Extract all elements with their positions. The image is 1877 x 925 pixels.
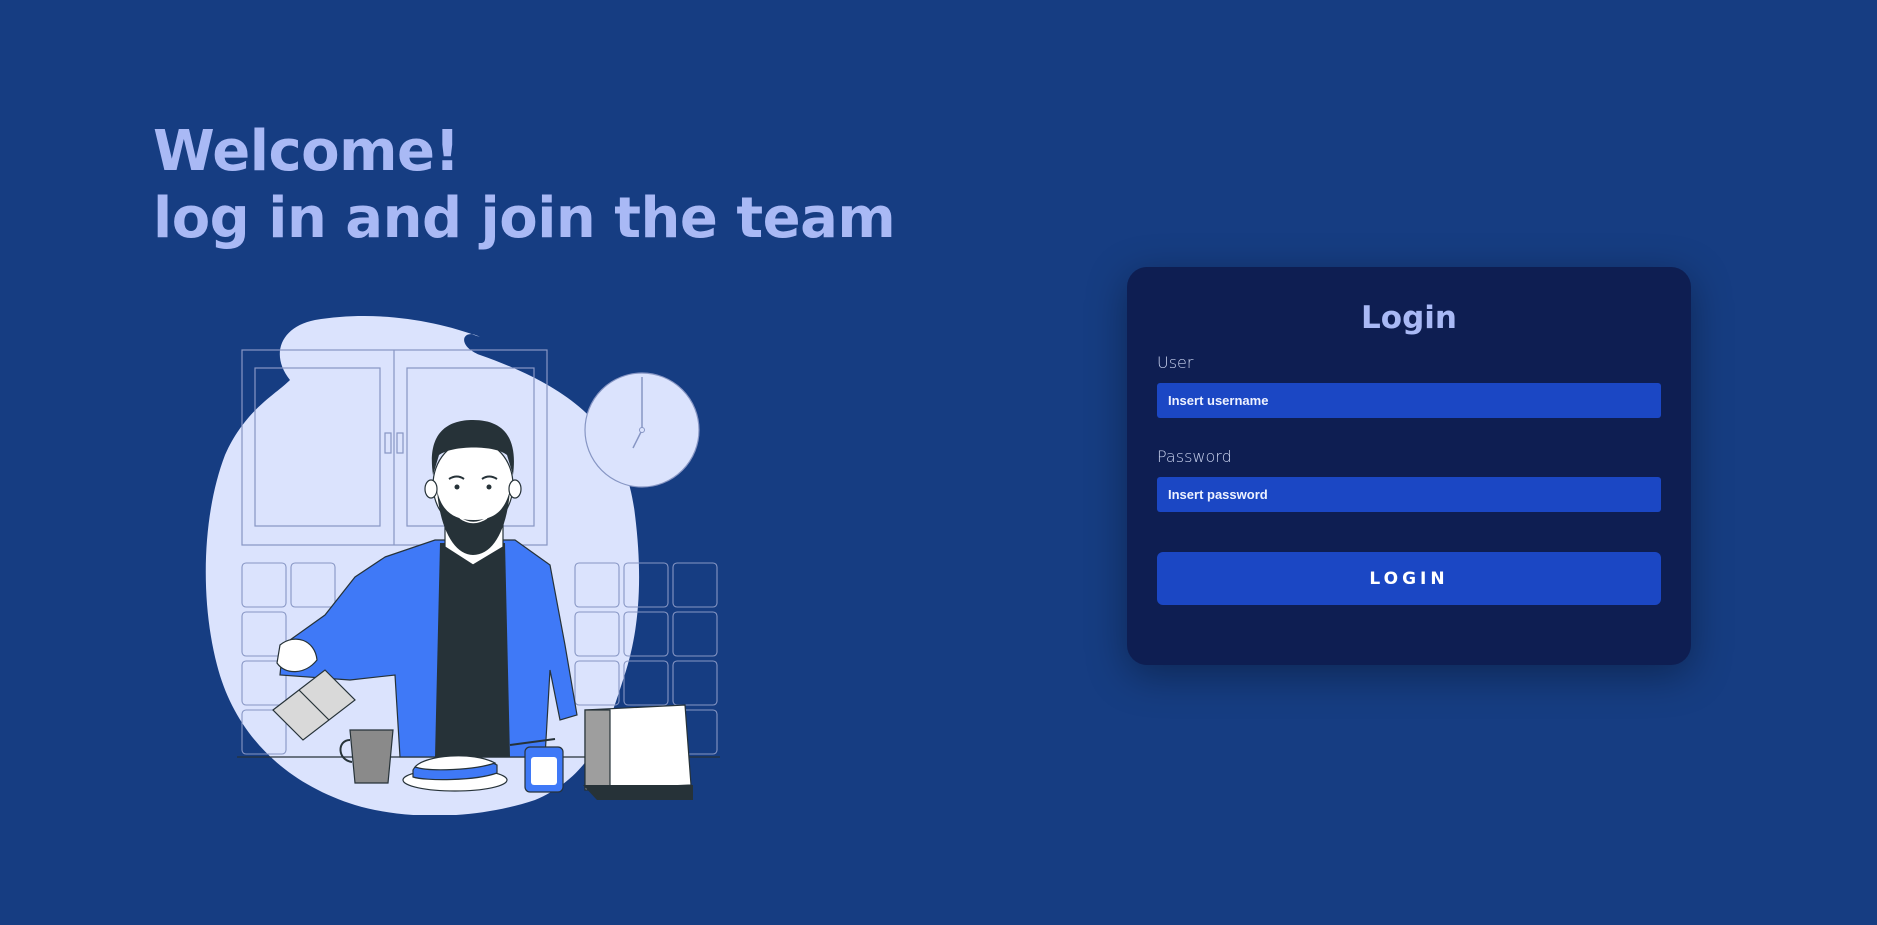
toaster-icon bbox=[583, 704, 693, 800]
login-card: Login User Password LOGIN bbox=[1127, 267, 1691, 665]
password-input[interactable] bbox=[1157, 477, 1661, 512]
breakfast-illustration bbox=[205, 316, 720, 815]
username-input[interactable] bbox=[1157, 383, 1661, 418]
password-label: Password bbox=[1157, 447, 1232, 466]
tagline-line: log in and join the team bbox=[153, 186, 896, 251]
clock-icon bbox=[584, 372, 700, 488]
user-label: User bbox=[1157, 353, 1194, 372]
login-button[interactable]: LOGIN bbox=[1157, 552, 1661, 605]
welcome-line: Welcome! bbox=[153, 119, 460, 184]
login-title: Login bbox=[1361, 300, 1457, 336]
welcome-heading: Welcome! log in and join the team bbox=[153, 118, 896, 252]
